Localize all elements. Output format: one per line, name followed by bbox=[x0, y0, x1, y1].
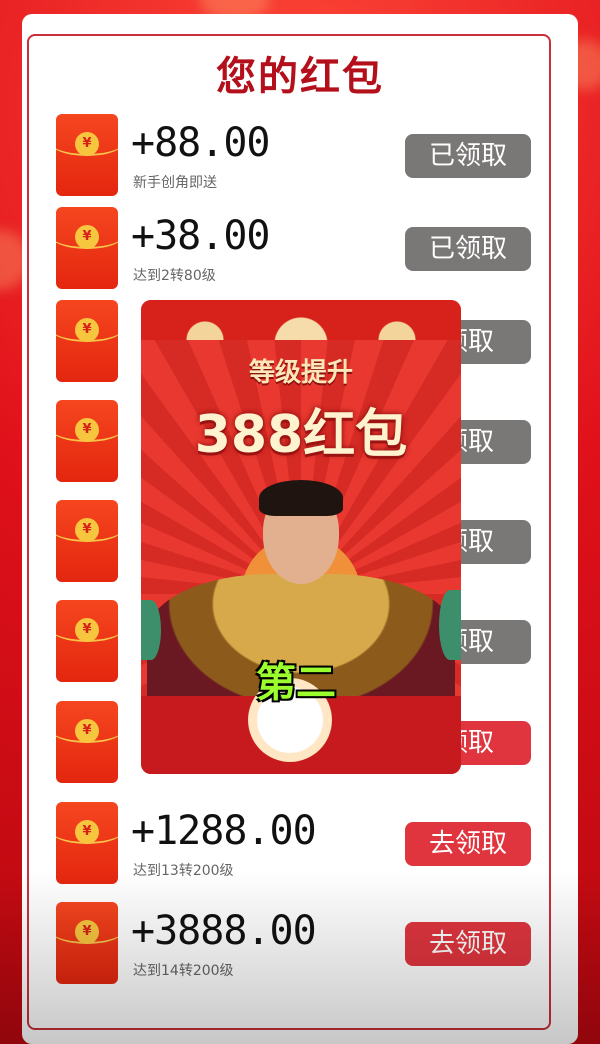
level-up-popup[interactable]: 等级提升 388红包 第二 bbox=[141, 300, 461, 774]
red-envelope-icon: ¥ bbox=[56, 600, 118, 682]
claimed-button[interactable]: 已领取 bbox=[405, 227, 531, 271]
yuan-coin-icon: ¥ bbox=[75, 618, 99, 642]
yuan-coin-icon: ¥ bbox=[75, 225, 99, 249]
red-envelope-icon: ¥ bbox=[56, 114, 118, 196]
envelope-row: ¥ +1288.00 达到13转200级 去领取 bbox=[0, 802, 600, 892]
character-hair bbox=[259, 480, 343, 516]
envelope-amount: +1288.00 bbox=[131, 808, 317, 854]
red-envelope-icon: ¥ bbox=[56, 300, 118, 382]
popup-headline: 388红包 bbox=[194, 405, 408, 465]
envelope-condition: 达到2转80级 bbox=[133, 268, 216, 284]
envelope-amount: +38.00 bbox=[131, 213, 270, 259]
yuan-coin-icon: ¥ bbox=[75, 132, 99, 156]
claimed-button[interactable]: 已领取 bbox=[405, 134, 531, 178]
envelope-row: ¥ +88.00 新手创角即送 已领取 bbox=[0, 114, 600, 204]
yuan-coin-icon: ¥ bbox=[75, 418, 99, 442]
red-envelope-icon: ¥ bbox=[56, 802, 118, 884]
yuan-coin-icon: ¥ bbox=[75, 920, 99, 944]
envelope-amount: +3888.00 bbox=[131, 908, 317, 954]
video-caption: 第二 bbox=[256, 660, 336, 706]
cloud-decoration bbox=[141, 300, 461, 340]
envelope-row: ¥ +3888.00 达到14转200级 去领取 bbox=[0, 902, 600, 992]
yuan-coin-icon: ¥ bbox=[75, 719, 99, 743]
yuan-coin-icon: ¥ bbox=[75, 518, 99, 542]
page-title: 您的红包 bbox=[216, 54, 384, 100]
red-envelope-icon: ¥ bbox=[56, 400, 118, 482]
envelope-condition: 达到13转200级 bbox=[133, 863, 234, 879]
red-envelope-icon: ¥ bbox=[56, 207, 118, 289]
red-envelope-icon: ¥ bbox=[56, 701, 118, 783]
claim-button[interactable]: 去领取 bbox=[405, 922, 531, 966]
red-envelope-icon: ¥ bbox=[56, 500, 118, 582]
claim-button[interactable]: 去领取 bbox=[405, 822, 531, 866]
popup-subtitle: 等级提升 bbox=[248, 358, 353, 388]
envelope-amount: +88.00 bbox=[131, 120, 270, 166]
envelope-condition: 新手创角即送 bbox=[133, 175, 217, 191]
red-envelope-icon: ¥ bbox=[56, 902, 118, 984]
envelope-row: ¥ +38.00 达到2转80级 已领取 bbox=[0, 207, 600, 297]
yuan-coin-icon: ¥ bbox=[75, 318, 99, 342]
yuan-coin-icon: ¥ bbox=[75, 820, 99, 844]
envelope-condition: 达到14转200级 bbox=[133, 963, 234, 979]
